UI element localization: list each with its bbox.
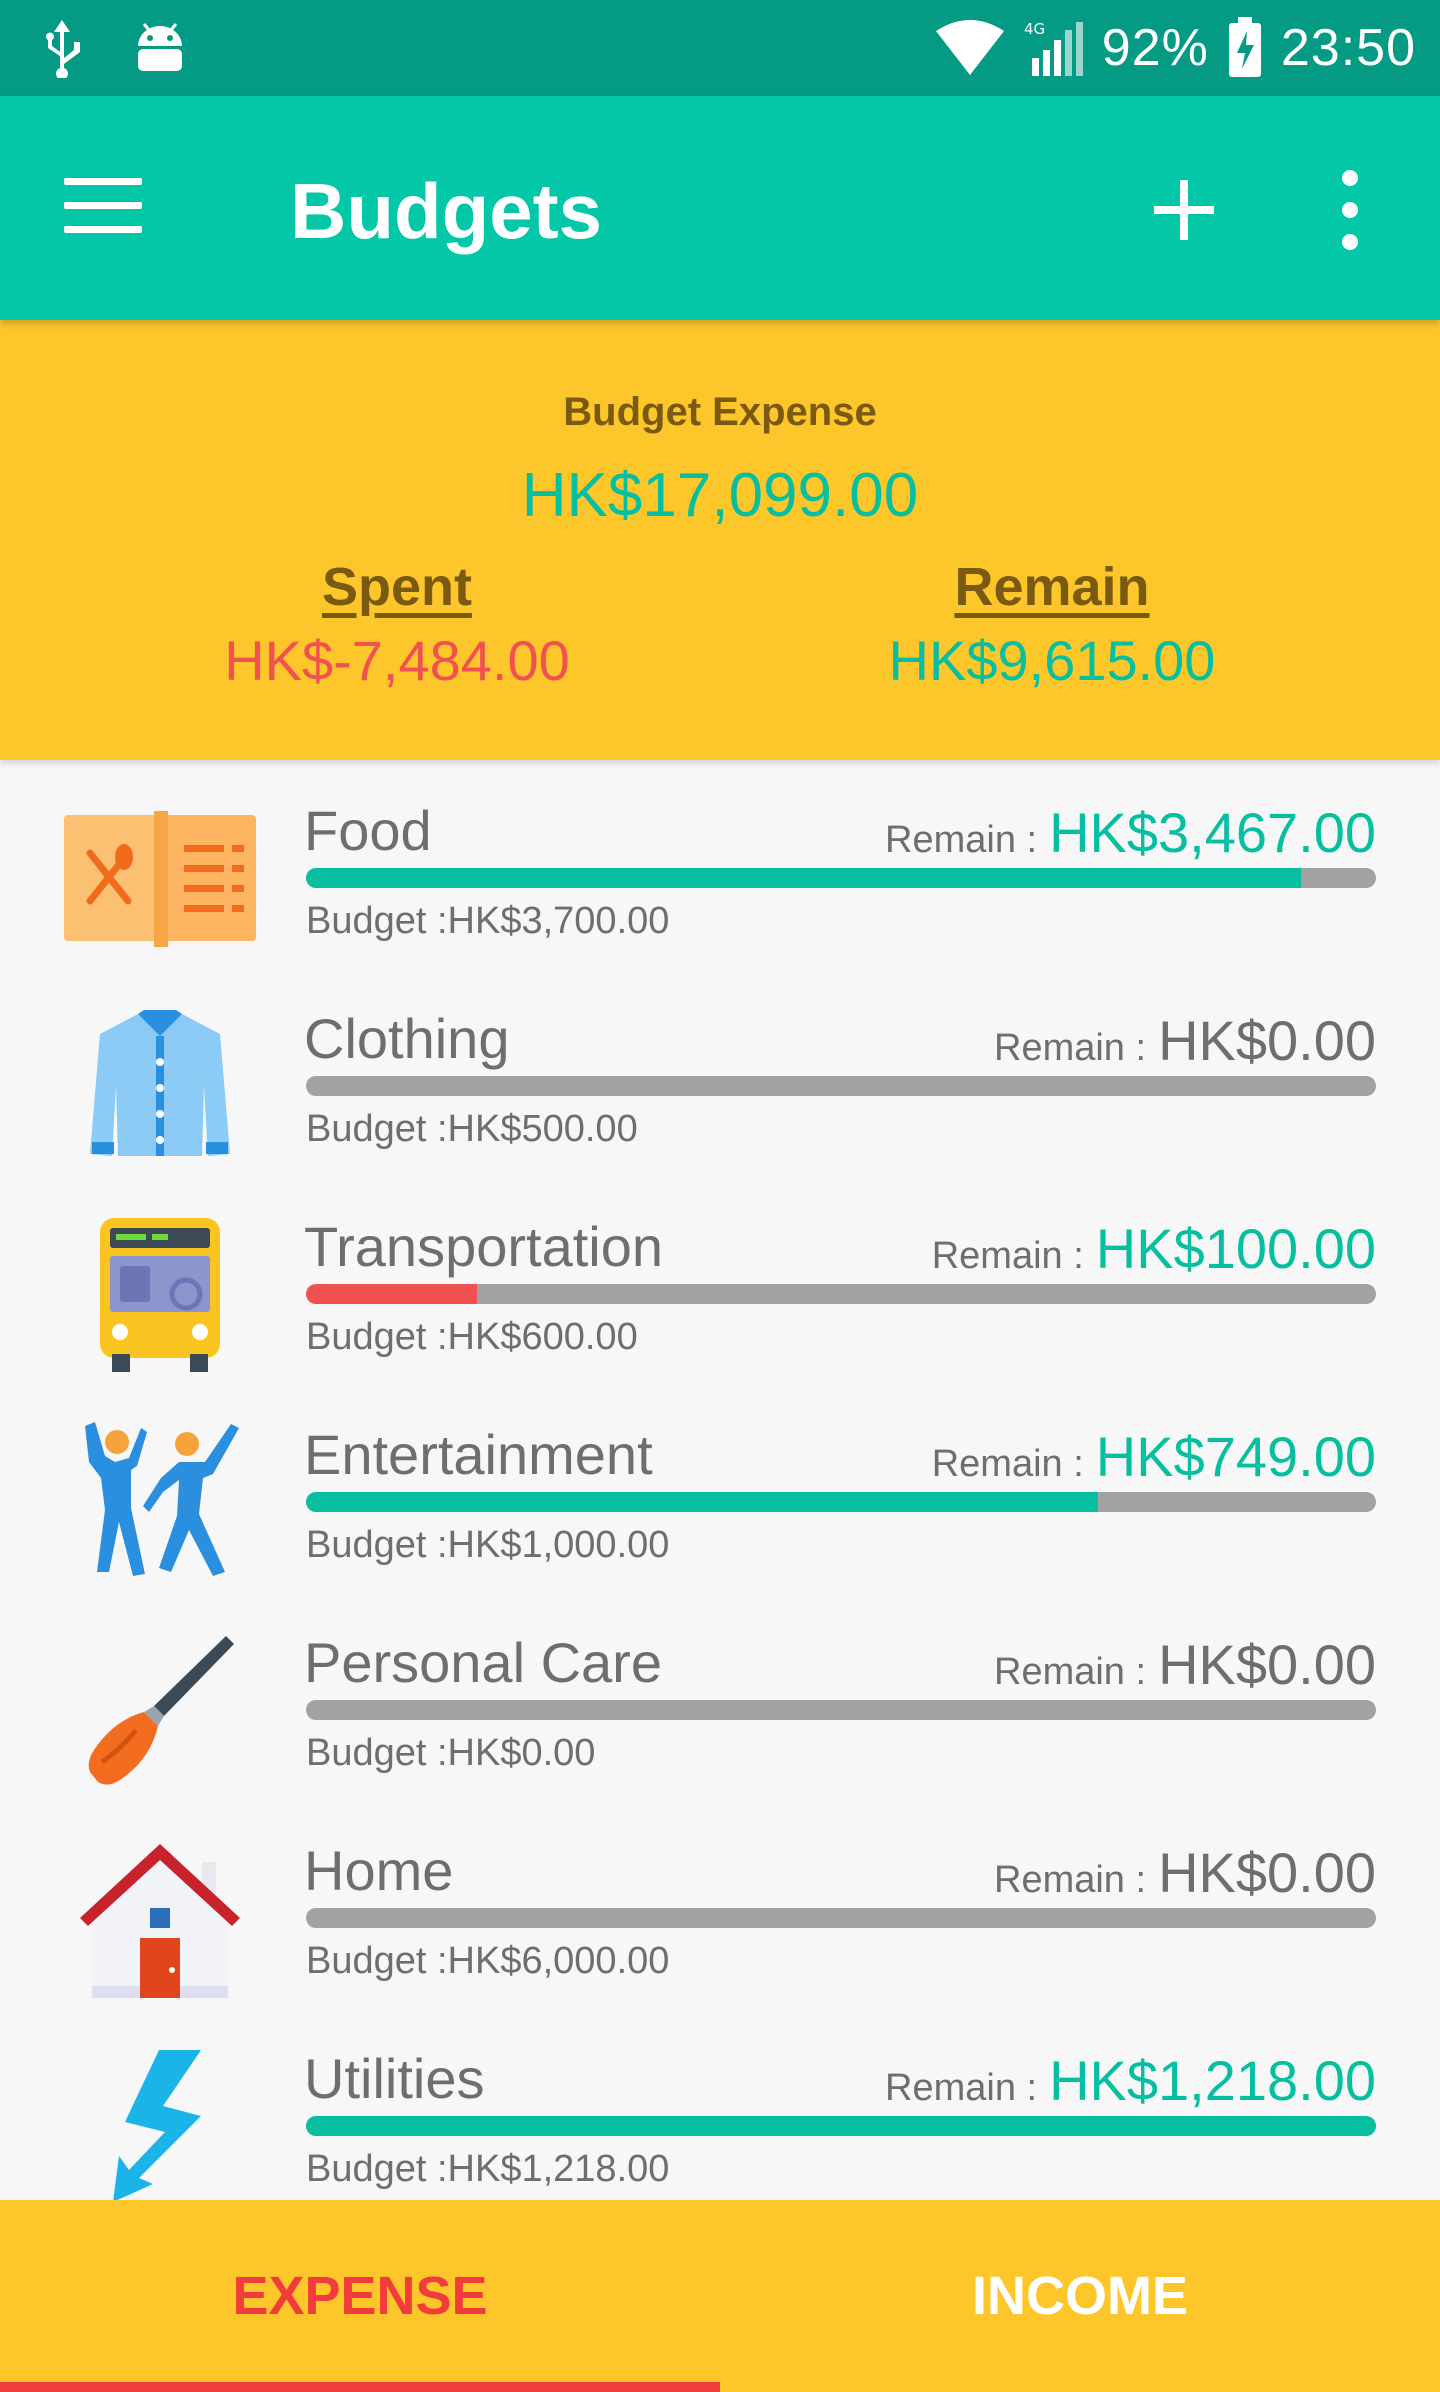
- more-vert-icon[interactable]: [1330, 170, 1370, 250]
- wifi-icon: [934, 19, 1006, 77]
- shirt-icon: [58, 1006, 262, 1166]
- remain-caption: Remain :: [931, 1235, 1084, 1277]
- active-tab-indicator: [0, 2382, 720, 2392]
- progress-fill: [306, 2116, 1376, 2136]
- budget-remain: Remain : HK$100.00: [932, 1216, 1376, 1281]
- status-bar: 4G 92% 23:50: [0, 0, 1440, 96]
- budget-row-entertainment[interactable]: Entertainment Remain : HK$749.00 Budget …: [0, 1384, 1440, 1592]
- dancing-people-icon: [58, 1422, 262, 1582]
- budget-amount: Budget :HK$1,000.00: [306, 1524, 670, 1566]
- spent-column: Spent HK$-7,484.00: [97, 556, 697, 693]
- remain-caption: Remain :: [931, 1443, 1084, 1485]
- battery-percent: 92%: [1101, 19, 1209, 77]
- spent-label: Spent: [321, 557, 472, 617]
- budget-amount: Budget :HK$0.00: [306, 1732, 596, 1774]
- budget-progress-bar: [306, 1492, 1376, 1512]
- budget-summary: Budget Expense HK$17,099.00 Spent HK$-7,…: [0, 320, 1440, 760]
- food-menu-icon: [58, 798, 262, 958]
- budget-remain: Remain : HK$0.00: [994, 1008, 1376, 1073]
- app-bar: Budgets: [0, 96, 1440, 320]
- budget-list: Food Remain : HK$3,467.00 Budget :HK$3,7…: [0, 760, 1440, 2200]
- budget-progress-bar: [306, 868, 1376, 888]
- remain-caption: Remain :: [994, 1859, 1147, 1901]
- tab-expense-label: EXPENSE: [232, 2266, 488, 2326]
- summary-total: HK$17,099.00: [521, 461, 919, 530]
- page-title: Budgets: [290, 167, 602, 255]
- remain-amount: HK$1,218.00: [1049, 2049, 1376, 2112]
- budget-row-clothing[interactable]: Clothing Remain : HK$0.00 Budget :HK$500…: [0, 968, 1440, 1176]
- lightning-icon: [58, 2046, 262, 2200]
- budget-name: Personal Care: [304, 1631, 662, 1694]
- budget-row-utilities[interactable]: Utilities Remain : HK$1,218.00 Budget :H…: [0, 2008, 1440, 2200]
- budget-row-personal-care[interactable]: Personal Care Remain : HK$0.00 Budget :H…: [0, 1592, 1440, 1800]
- budget-remain: Remain : HK$3,467.00: [885, 800, 1376, 865]
- spent-value: HK$-7,484.00: [224, 629, 570, 692]
- remain-label: Remain: [954, 557, 1150, 617]
- remain-amount: HK$3,467.00: [1049, 801, 1376, 864]
- remain-caption: Remain :: [885, 2067, 1038, 2109]
- budget-amount: Budget :HK$6,000.00: [306, 1940, 670, 1982]
- remain-caption: Remain :: [994, 1027, 1147, 1069]
- budget-row-transportation[interactable]: Transportation Remain : HK$100.00 Budget…: [0, 1176, 1440, 1384]
- remain-amount: HK$100.00: [1095, 1217, 1376, 1280]
- signal-icon: 4G: [1024, 18, 1084, 78]
- makeup-brush-icon: [58, 1630, 262, 1790]
- progress-fill: [306, 1284, 478, 1304]
- budget-name: Home: [304, 1839, 454, 1902]
- progress-fill: [306, 868, 1302, 888]
- budget-progress-bar: [306, 1076, 1376, 1096]
- remain-amount: HK$0.00: [1158, 1841, 1376, 1904]
- budget-remain: Remain : HK$1,218.00: [885, 2048, 1376, 2113]
- add-icon[interactable]: [1150, 176, 1218, 244]
- budget-name: Food: [304, 799, 432, 862]
- budget-row-home[interactable]: Home Remain : HK$0.00 Budget :HK$6,000.0…: [0, 1800, 1440, 2008]
- progress-fill: [306, 1492, 1098, 1512]
- budget-progress-bar: [306, 1700, 1376, 1720]
- remain-amount: HK$0.00: [1158, 1009, 1376, 1072]
- svg-text:4G: 4G: [1024, 20, 1045, 38]
- remain-value: HK$9,615.00: [888, 629, 1216, 692]
- budget-row-food[interactable]: Food Remain : HK$3,467.00 Budget :HK$3,7…: [0, 760, 1440, 968]
- budget-progress-bar: [306, 1284, 1376, 1304]
- android-icon: [132, 20, 188, 76]
- remain-amount: HK$749.00: [1095, 1425, 1376, 1488]
- budget-progress-bar: [306, 2116, 1376, 2136]
- budget-amount: Budget :HK$500.00: [306, 1108, 638, 1150]
- tab-income-label: INCOME: [972, 2266, 1188, 2326]
- battery-charging-icon: [1227, 17, 1263, 79]
- bus-icon: [58, 1214, 262, 1374]
- remain-amount: HK$0.00: [1158, 1633, 1376, 1696]
- usb-icon: [40, 18, 84, 78]
- remain-column: Remain HK$9,615.00: [752, 556, 1352, 693]
- budget-name: Utilities: [304, 2047, 485, 2110]
- house-icon: [58, 1838, 262, 1998]
- budget-amount: Budget :HK$1,218.00: [306, 2148, 670, 2190]
- remain-caption: Remain :: [994, 1651, 1147, 1693]
- budget-amount: Budget :HK$600.00: [306, 1316, 638, 1358]
- menu-icon[interactable]: [64, 178, 152, 238]
- budget-name: Transportation: [304, 1215, 663, 1278]
- budget-remain: Remain : HK$0.00: [994, 1632, 1376, 1697]
- budget-amount: Budget :HK$3,700.00: [306, 900, 670, 942]
- tab-expense[interactable]: EXPENSE: [0, 2200, 720, 2392]
- budget-remain: Remain : HK$749.00: [932, 1424, 1376, 1489]
- summary-label: Budget Expense: [563, 390, 877, 434]
- bottom-tab-bar: EXPENSE INCOME: [0, 2200, 1440, 2392]
- clock: 23:50: [1280, 19, 1416, 77]
- budget-remain: Remain : HK$0.00: [994, 1840, 1376, 1905]
- budget-name: Clothing: [304, 1007, 510, 1070]
- budget-name: Entertainment: [304, 1423, 653, 1486]
- tab-income[interactable]: INCOME: [720, 2200, 1440, 2392]
- remain-caption: Remain :: [885, 819, 1038, 861]
- budget-progress-bar: [306, 1908, 1376, 1928]
